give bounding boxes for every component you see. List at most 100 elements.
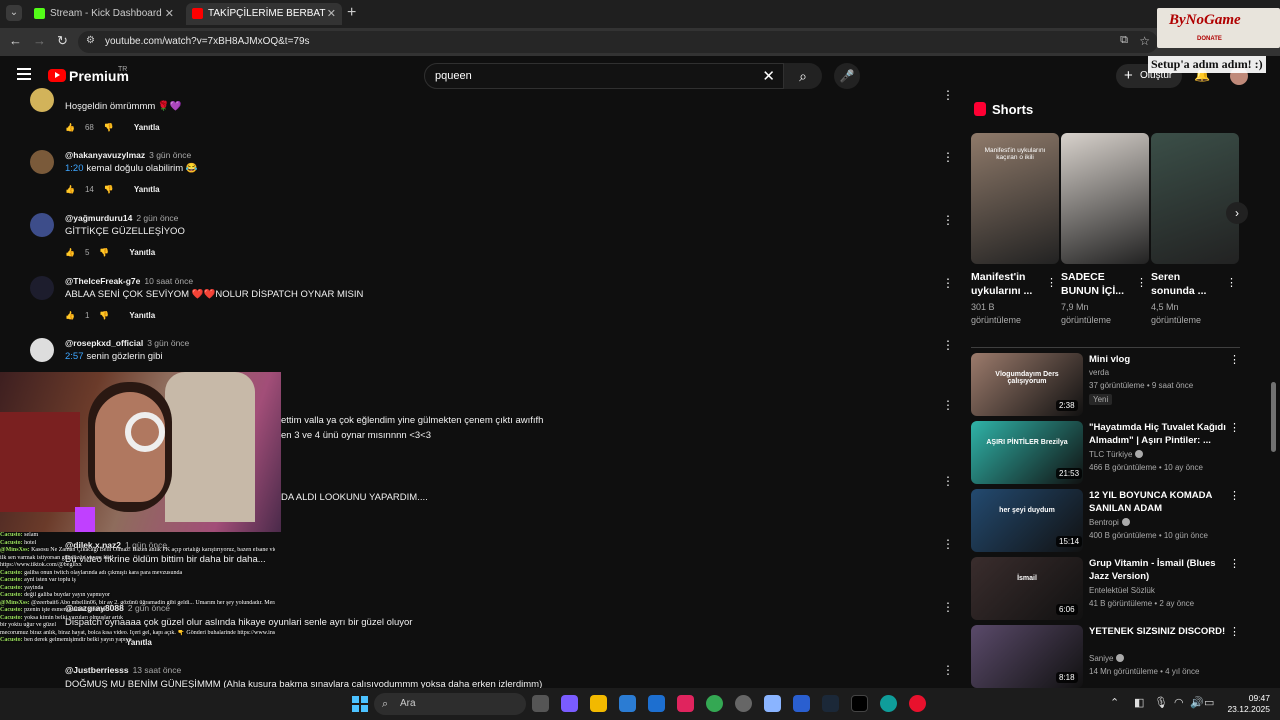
video-title[interactable]: Grup Vitamin - İsmail (Blues Jazz Versio… [1089,557,1229,583]
bookmark-star-icon[interactable]: ☆ [1139,34,1150,48]
reply-button[interactable]: Yanıtla [134,185,160,194]
reply-button[interactable]: Yanıtla [129,248,155,257]
microphone-icon[interactable]: 🎙 [1154,696,1168,709]
outlook-icon[interactable] [648,695,665,712]
app-tray-icon[interactable]: ◧ [1134,696,1144,709]
video-more-icon[interactable]: ⋮ [1229,625,1240,638]
task-view-icon[interactable] [532,695,549,712]
commenter-avatar[interactable] [30,213,54,237]
search-button[interactable]: ⌕ [784,63,822,89]
scrollbar[interactable] [1271,382,1276,452]
tiktok-icon[interactable] [851,695,868,712]
app-icon[interactable] [677,695,694,712]
obs-icon[interactable] [735,695,752,712]
site-info-icon[interactable]: ⚙ [86,35,95,46]
video-title[interactable]: Mini vlog [1089,353,1229,366]
reload-icon[interactable]: ↻ [57,33,68,49]
battery-icon[interactable]: ▭ [1204,696,1214,709]
comment-more-icon[interactable]: ⋮ [942,537,954,551]
install-app-icon[interactable]: ⧉ [1120,34,1128,47]
tab-youtube-video[interactable]: TAKİPÇİLERİME BERBAT TEMAL ✕ [186,3,342,41]
dislike-icon[interactable]: 👎 [99,248,109,257]
video-card[interactable]: 8:18 YETENEK SIZSINIZ DISCORD! Saniye 14 Mn… [971,625,1241,689]
video-more-icon[interactable]: ⋮ [1229,421,1240,434]
short-card[interactable]: SADECE BUNUN İÇİ... 7,9 Mn görüntüleme ⋮ [1061,133,1149,327]
comment-more-icon[interactable]: ⋮ [942,213,954,227]
comment-more-icon[interactable]: ⋮ [942,600,954,614]
like-icon[interactable]: 👍 [65,185,75,194]
comment-author[interactable]: @hakanyavuzylmaz [65,150,145,160]
channel-name[interactable]: Saniye [1089,654,1125,663]
comment-more-icon[interactable]: ⋮ [942,663,954,677]
video-more-icon[interactable]: ⋮ [1229,353,1240,366]
youtube-logo-icon[interactable] [48,69,66,82]
comment-author[interactable]: @rosepkxd_official [65,338,143,348]
new-tab-button[interactable]: + [347,4,356,22]
comment-more-icon[interactable]: ⋮ [942,88,954,102]
windows-start-icon[interactable] [352,696,368,712]
store-icon[interactable] [619,695,636,712]
short-more-icon[interactable]: ⋮ [1226,276,1237,289]
short-more-icon[interactable]: ⋮ [1046,276,1057,289]
commenter-avatar[interactable] [30,150,54,174]
close-tab-icon[interactable]: ✕ [327,3,336,25]
short-card[interactable]: Manifest'in uykularını kaçıran o ikili Ma… [971,133,1059,327]
shorts-next-button[interactable]: › [1226,202,1248,224]
comment-more-icon[interactable]: ⋮ [942,338,954,352]
dislike-icon[interactable]: 👎 [99,311,109,320]
short-thumbnail[interactable] [1151,133,1239,264]
comment-more-icon[interactable]: ⋮ [942,474,954,488]
comment-more-icon[interactable]: ⋮ [942,398,954,412]
url-text[interactable]: youtube.com/watch?v=7xBH8AJMxOQ&t=79s [105,36,310,47]
commenter-avatar[interactable] [30,88,54,112]
volume-icon[interactable]: 🔊 [1190,696,1204,709]
clear-search-icon[interactable]: ✕ [762,67,775,85]
video-card[interactable]: AŞIRI PİNTİLER Brezilya 21:53 "Hayatımda H… [971,421,1241,485]
video-title[interactable]: YETENEK SIZSINIZ DISCORD! [1089,625,1229,638]
short-card[interactable]: Seren sonunda ... 4,5 Mn görüntüleme ⋮ [1151,133,1239,327]
commenter-avatar[interactable] [30,338,54,362]
channel-name[interactable]: Bentropi [1089,518,1130,527]
video-more-icon[interactable]: ⋮ [1229,489,1240,502]
search-input[interactable]: pqueen ✕ [424,63,784,89]
channel-name[interactable]: verda [1089,368,1109,377]
like-icon[interactable]: 👍 [65,311,75,320]
menu-icon[interactable] [17,68,31,80]
video-more-icon[interactable]: ⋮ [1229,557,1240,570]
url-field[interactable]: ⚙ youtube.com/watch?v=7xBH8AJMxOQ&t=79s … [78,31,1158,53]
like-icon[interactable]: 👍 [65,248,75,257]
like-icon[interactable]: 👍 [65,123,75,132]
chrome-icon[interactable] [706,695,723,712]
video-card[interactable]: her şeyi duydum 15:14 12 YIL BOYUNCA KOMAD… [971,489,1241,553]
video-title[interactable]: "Hayatımda Hiç Tuvalet Kağıdı Almadım" |… [1089,421,1229,447]
dislike-icon[interactable]: 👎 [104,185,114,194]
channel-name[interactable]: Entelektüel Sözlük [1089,586,1155,595]
vpn-icon[interactable] [764,695,781,712]
video-card[interactable]: Vlogumdayım Ders çalışıyorum 2:38 Mini vlo… [971,353,1241,417]
voice-search-icon[interactable]: 🎤 [834,63,860,89]
reply-button[interactable]: Yanıtla [129,311,155,320]
tab-kick-dashboard[interactable]: Stream - Kick Dashboard ✕ [28,3,180,25]
search-query[interactable]: pqueen [435,70,472,82]
tab-search-button[interactable]: ⌄ [6,5,22,21]
short-more-icon[interactable]: ⋮ [1136,276,1147,289]
comment-timestamp-link[interactable]: 2:57 [65,351,84,362]
taskbar-clock[interactable]: 09:47 23.12.2025 [1214,693,1270,715]
back-icon[interactable]: ← [9,33,22,48]
channel-name[interactable]: TLC Türkiye [1089,450,1144,459]
steam-icon[interactable] [822,695,839,712]
copilot-icon[interactable] [561,695,578,712]
comment-author[interactable]: @yağmurduru14 [65,213,132,223]
commenter-avatar[interactable] [30,276,54,300]
edge-icon[interactable] [880,695,897,712]
wifi-icon[interactable]: ◠ [1174,696,1184,709]
opera-icon[interactable] [909,695,926,712]
forward-icon[interactable]: → [33,33,46,48]
dislike-icon[interactable]: 👎 [104,123,114,132]
reply-button[interactable]: Yanıtla [134,123,160,132]
comment-more-icon[interactable]: ⋮ [942,276,954,290]
tray-overflow-icon[interactable]: ⌃ [1110,696,1119,709]
close-tab-icon[interactable]: ✕ [165,3,174,25]
video-card[interactable]: İsmail 6:06 Grup Vitamin - İsmail (Blues J… [971,557,1241,621]
short-thumbnail[interactable] [1061,133,1149,264]
